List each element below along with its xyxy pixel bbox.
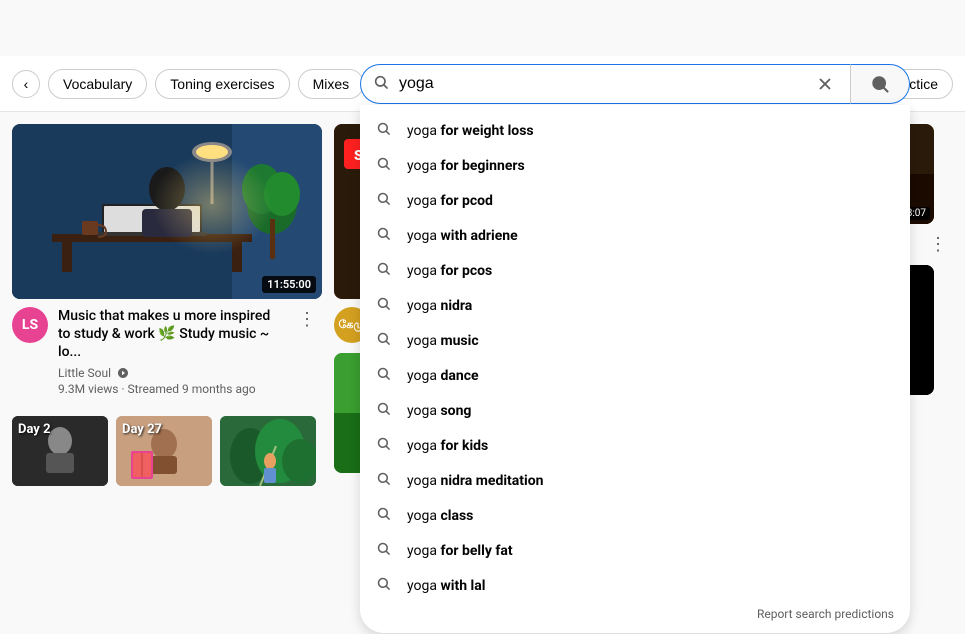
suggestion-text: yoga for weight loss: [407, 123, 534, 139]
day-badge-1: Day 2: [18, 422, 51, 437]
bottom-thumbnails-row: Day 2 Day 27: [12, 416, 322, 486]
suggestion-item-9[interactable]: yoga for kids: [360, 428, 910, 463]
suggestion-search-icon: [376, 436, 391, 455]
suggestion-search-icon: [376, 506, 391, 525]
suggestion-text: yoga with lal: [407, 578, 485, 594]
suggestion-search-icon: [376, 541, 391, 560]
search-dropdown: yoga for weight loss yoga for beginners …: [360, 105, 910, 633]
video-meta: Music that makes u more inspired to stud…: [58, 307, 282, 396]
suggestion-text: yoga song: [407, 403, 471, 419]
suggestion-item-6[interactable]: yoga music: [360, 323, 910, 358]
suggestion-text: yoga for pcod: [407, 193, 493, 209]
suggestion-text: yoga for kids: [407, 438, 488, 454]
video-info: LS Music that makes u more inspired to s…: [12, 299, 322, 404]
suggestion-search-icon: [376, 191, 391, 210]
clear-button[interactable]: [812, 71, 838, 97]
search-icon-left: [373, 74, 389, 94]
suggestion-item-7[interactable]: yoga dance: [360, 358, 910, 393]
suggestion-item-5[interactable]: yoga nidra: [360, 288, 910, 323]
suggestion-search-icon: [376, 226, 391, 245]
search-input[interactable]: [399, 75, 812, 93]
suggestion-text: yoga nidra meditation: [407, 473, 543, 489]
suggestion-search-icon: [376, 296, 391, 315]
suggestion-item-0[interactable]: yoga for weight loss: [360, 113, 910, 148]
suggestion-search-icon: [376, 156, 391, 175]
chip-nav-left-button[interactable]: ‹: [12, 70, 40, 98]
suggestion-text: yoga for pcos: [407, 263, 492, 279]
suggestion-item-12[interactable]: yoga for belly fat: [360, 533, 910, 568]
suggestion-item-11[interactable]: yoga class: [360, 498, 910, 533]
suggestion-text: yoga dance: [407, 368, 479, 384]
suggestion-search-icon: [376, 366, 391, 385]
suggestion-item-2[interactable]: yoga for pcod: [360, 183, 910, 218]
main-video-card: ⌘: [12, 124, 322, 404]
suggestion-item-8[interactable]: yoga song: [360, 393, 910, 428]
suggestion-search-icon: [376, 261, 391, 280]
suggestion-search-icon: [376, 471, 391, 490]
suggestion-text: yoga class: [407, 508, 473, 524]
video-title: Music that makes u more inspired to stud…: [58, 307, 282, 362]
more-options-button[interactable]: ⋮: [292, 307, 322, 332]
small-thumb-1[interactable]: Day 2: [12, 416, 108, 486]
small-thumb-3[interactable]: [220, 416, 316, 486]
suggestion-text: yoga music: [407, 333, 479, 349]
channel-avatar[interactable]: LS: [12, 307, 48, 343]
video-stats: 9.3M views · Streamed 9 months ago: [58, 382, 282, 396]
report-predictions-link[interactable]: Report search predictions: [360, 603, 910, 621]
main-video-thumbnail[interactable]: ⌘: [12, 124, 322, 299]
search-bar: [360, 64, 850, 104]
filter-chip-mixes[interactable]: Mixes: [298, 69, 365, 99]
suggestion-item-13[interactable]: yoga with lal: [360, 568, 910, 603]
day-badge-2: Day 27: [122, 422, 162, 437]
suggestion-item-4[interactable]: yoga for pcos: [360, 253, 910, 288]
small-thumb-2[interactable]: Day 27: [116, 416, 212, 486]
channel-name: Little Soul: [58, 366, 282, 380]
suggestion-item-3[interactable]: yoga with adriene: [360, 218, 910, 253]
suggestion-text: yoga for belly fat: [407, 543, 513, 559]
suggestion-search-icon: [376, 121, 391, 140]
suggestion-item-10[interactable]: yoga nidra meditation: [360, 463, 910, 498]
suggestion-text: yoga nidra: [407, 298, 472, 314]
search-submit-button[interactable]: [850, 64, 910, 104]
suggestion-search-icon: [376, 576, 391, 595]
suggestion-text: yoga for beginners: [407, 158, 525, 174]
filter-chip-toning[interactable]: Toning exercises: [155, 69, 289, 99]
suggestion-search-icon: [376, 331, 391, 350]
suggestion-text: yoga with adriene: [407, 228, 518, 244]
search-container: yoga for weight loss yoga for beginners …: [360, 64, 900, 104]
suggestion-search-icon: [376, 401, 391, 420]
left-column: ⌘: [12, 124, 322, 566]
suggestion-item-1[interactable]: yoga for beginners: [360, 148, 910, 183]
right-more-options-button[interactable]: ⋮: [923, 232, 953, 257]
filter-chip-vocabulary[interactable]: Vocabulary: [48, 69, 147, 99]
video-duration: 11:55:00: [262, 276, 316, 293]
